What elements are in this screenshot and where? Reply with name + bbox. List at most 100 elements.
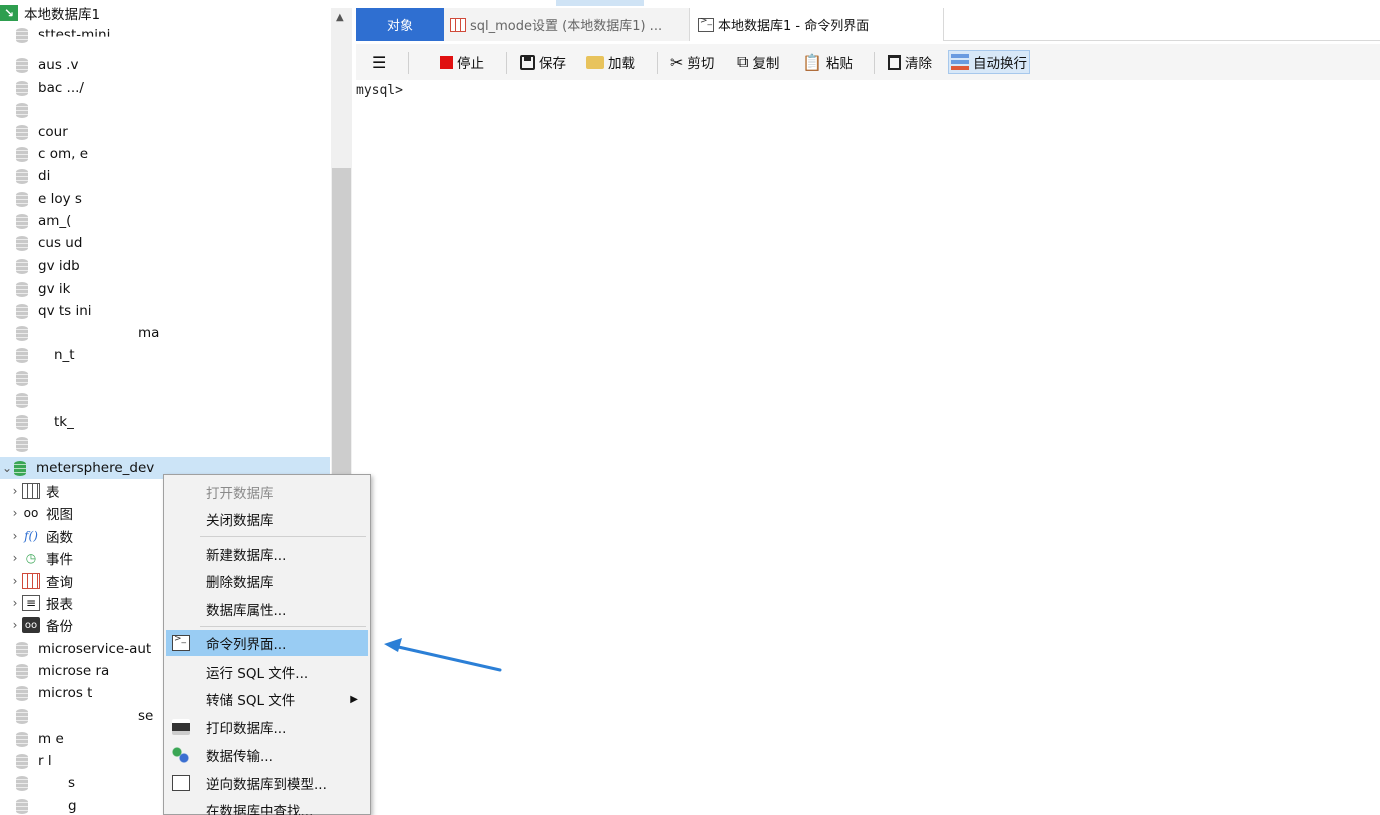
database-item[interactable]: sttest-mini xyxy=(16,24,110,46)
load-button[interactable]: 加载 xyxy=(586,50,635,74)
menu-open-database[interactable]: 打开数据库 xyxy=(166,479,368,505)
menu-reverse-to-model[interactable]: 逆向数据库到模型... xyxy=(166,770,368,796)
database-icon xyxy=(16,303,28,319)
tree-child-reports[interactable]: › ≡ 报表 xyxy=(8,592,73,614)
database-item[interactable]: gv idb xyxy=(16,255,80,277)
submenu-arrow-icon: ▶ xyxy=(350,693,358,705)
database-item[interactable]: microse ra xyxy=(16,660,109,682)
menu-print-database[interactable]: 打印数据库... xyxy=(166,714,368,740)
save-button[interactable]: 保存 xyxy=(520,50,566,74)
menu-run-sql-file[interactable]: 运行 SQL 文件... xyxy=(166,659,368,685)
tree-child-queries[interactable]: › 查询 xyxy=(8,570,73,592)
database-item[interactable]: se xyxy=(16,705,153,727)
menu-data-transfer[interactable]: 数据传输... xyxy=(166,742,368,768)
chevron-right-icon[interactable]: › xyxy=(8,618,22,632)
query-icon xyxy=(450,17,466,32)
chevron-right-icon[interactable]: › xyxy=(8,529,22,543)
database-icon xyxy=(16,102,28,118)
database-item[interactable]: s xyxy=(16,772,75,794)
scrollbar-thumb[interactable] xyxy=(332,168,351,488)
database-item[interactable]: gv ik xyxy=(16,278,70,300)
tree-child-views[interactable]: › oo 视图 xyxy=(8,502,73,524)
scroll-up-icon[interactable]: ▲ xyxy=(336,12,344,23)
database-item[interactable]: g xyxy=(16,795,77,815)
database-icon xyxy=(16,436,28,452)
database-item[interactable]: microservice-aut xyxy=(16,638,151,660)
database-item[interactable]: aus .v xyxy=(16,54,78,76)
database-item[interactable]: r l xyxy=(16,750,52,772)
database-item[interactable] xyxy=(16,367,38,389)
tab-sql-mode[interactable]: sql_mode设置 (本地数据库1) ... xyxy=(444,8,690,41)
menu-database-properties[interactable]: 数据库属性... xyxy=(166,596,368,622)
database-item[interactable]: micros t xyxy=(16,682,92,704)
database-item[interactable]: cus ud xyxy=(16,232,82,254)
toolbar-divider xyxy=(657,52,658,74)
connection-icon: ↘ xyxy=(0,5,18,21)
database-icon xyxy=(16,168,28,184)
terminal-icon xyxy=(172,634,190,651)
menu-find-in-database[interactable]: 在数据库中查找... xyxy=(166,797,368,815)
data-transfer-icon xyxy=(172,747,190,763)
database-item[interactable] xyxy=(16,433,38,455)
copy-button[interactable]: ⧉ 复制 xyxy=(737,50,779,74)
cut-button[interactable]: ✂ 剪切 xyxy=(670,50,714,74)
paste-button[interactable]: 📋 粘贴 xyxy=(802,50,853,74)
scissors-icon: ✂ xyxy=(670,52,684,72)
database-item[interactable] xyxy=(16,389,38,411)
chevron-right-icon[interactable]: › xyxy=(8,484,22,498)
database-icon xyxy=(16,146,28,162)
tree-child-events[interactable]: › ◷ 事件 xyxy=(8,547,73,569)
chevron-right-icon[interactable]: › xyxy=(8,551,22,565)
stop-button[interactable]: 停止 xyxy=(440,50,484,74)
toolbar-divider xyxy=(408,52,409,74)
database-icon xyxy=(16,775,28,791)
database-item[interactable]: di xyxy=(16,165,50,187)
tab-command-line[interactable]: 本地数据库1 - 命令列界面 xyxy=(690,8,944,41)
menu-close-database[interactable]: 关闭数据库 xyxy=(166,506,368,532)
tree-child-tables[interactable]: › 表 xyxy=(8,480,60,502)
database-item[interactable] xyxy=(16,99,38,121)
database-item[interactable]: ma xyxy=(16,322,159,344)
menu-dump-sql-file[interactable]: 转储 SQL 文件 ▶ xyxy=(166,686,368,712)
menu-delete-database[interactable]: 删除数据库 xyxy=(166,568,368,594)
query-icon xyxy=(22,573,40,589)
menu-button[interactable]: ☰ xyxy=(372,50,390,74)
database-item[interactable]: m e xyxy=(16,728,64,750)
database-item[interactable]: c om, e xyxy=(16,143,88,165)
database-icon xyxy=(16,753,28,769)
database-icon xyxy=(16,798,28,814)
database-item[interactable]: bac .../ xyxy=(16,77,84,99)
menu-command-line[interactable]: 命令列界面... xyxy=(166,630,368,656)
tab-objects[interactable]: 对象 xyxy=(356,8,444,41)
auto-wrap-toggle[interactable]: 自动换行 xyxy=(948,50,1030,74)
chevron-right-icon[interactable]: › xyxy=(8,596,22,610)
chevron-right-icon[interactable]: › xyxy=(8,574,22,588)
database-item[interactable]: tk_ xyxy=(16,411,74,433)
chevron-down-icon[interactable]: ⌄ xyxy=(0,461,14,475)
tree-child-functions[interactable]: › f() 函数 xyxy=(8,525,73,547)
copy-icon: ⧉ xyxy=(737,52,749,71)
window-top-strip xyxy=(556,0,644,6)
database-icon xyxy=(16,191,28,207)
clear-button[interactable]: 清除 xyxy=(888,50,932,74)
database-item[interactable]: am_( xyxy=(16,210,71,232)
mysql-prompt: mysql> xyxy=(356,83,403,98)
database-item[interactable]: qv ts ini xyxy=(16,300,92,322)
menu-separator xyxy=(200,626,366,627)
tree-child-backups[interactable]: › oo 备份 xyxy=(8,614,73,636)
connection-node[interactable]: ↘ 本地数据库1 xyxy=(0,2,100,24)
database-icon xyxy=(16,731,28,747)
database-item[interactable]: cour xyxy=(16,121,68,143)
database-item[interactable]: n_t xyxy=(16,344,75,366)
database-icon xyxy=(16,663,28,679)
tab-bar: 对象 sql_mode设置 (本地数据库1) ... 本地数据库1 - 命令列界… xyxy=(356,8,1380,41)
selected-database-label: metersphere_dev xyxy=(36,460,155,476)
chevron-right-icon[interactable]: › xyxy=(8,506,22,520)
database-icon xyxy=(16,685,28,701)
word-wrap-icon xyxy=(951,54,969,70)
menu-new-database[interactable]: 新建数据库... xyxy=(166,541,368,567)
database-icon xyxy=(16,370,28,386)
command-line-editor[interactable]: mysql> xyxy=(356,80,1380,815)
database-item[interactable]: e loy s xyxy=(16,188,82,210)
connection-label: 本地数据库1 xyxy=(24,7,101,23)
